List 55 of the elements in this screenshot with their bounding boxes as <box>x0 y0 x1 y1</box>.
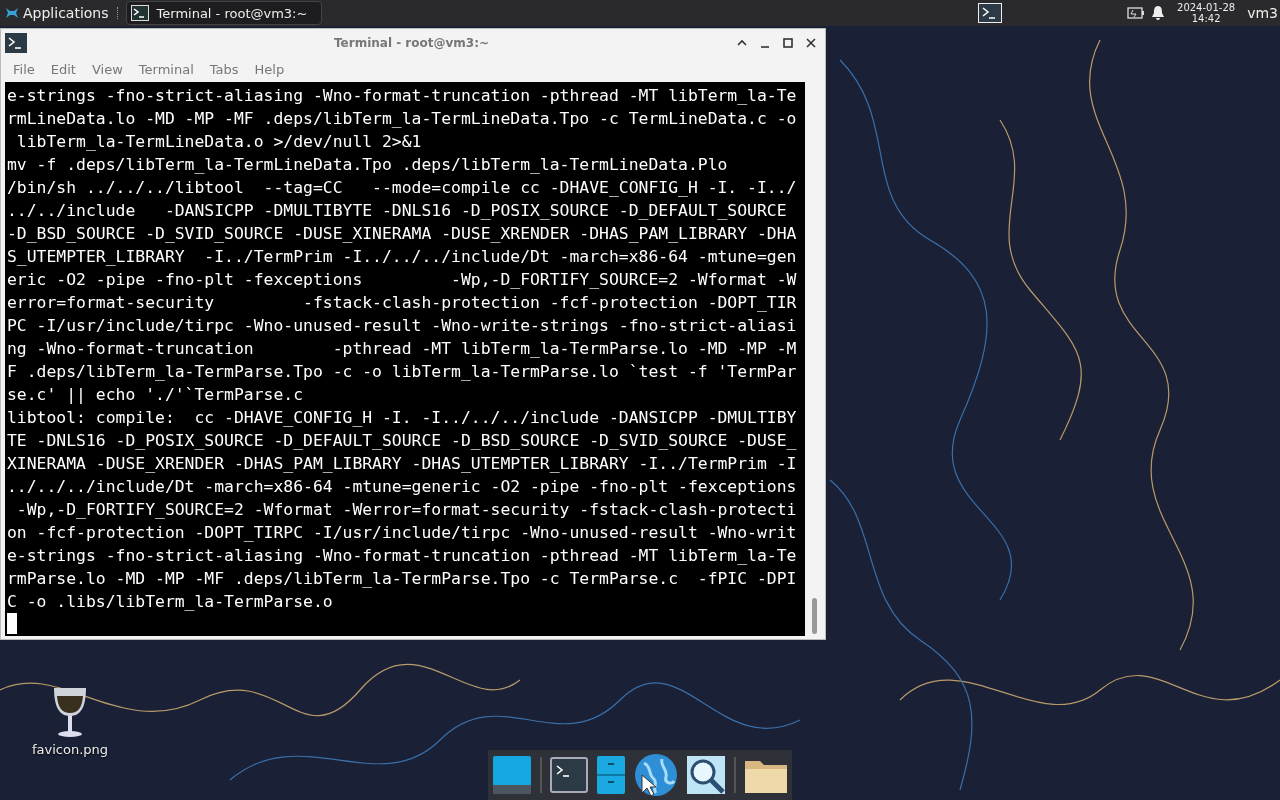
clock-time: 14:42 <box>1191 13 1221 24</box>
dock-separator <box>734 757 736 793</box>
close-icon[interactable] <box>805 37 817 49</box>
terminal-line: /bin/sh ../../../libtool --tag=CC --mode=compile cc -DHAVE_CONFIG_H -I. -I../ <box>7 177 797 199</box>
terminal-icon[interactable] <box>550 757 588 793</box>
terminal-line: se.c' || echo './'`TermParse.c <box>7 384 304 406</box>
applications-menu[interactable]: Applications <box>0 0 111 26</box>
terminal-line: S_UTEMPTER_LIBRARY -I../TermPrim -I../../../include/Dt -march=x86-64 -mtune=gen <box>7 246 797 268</box>
user-name[interactable]: vm3 <box>1247 5 1278 21</box>
menu-item[interactable]: Help <box>246 62 293 77</box>
file-cabinet-icon[interactable] <box>596 755 626 795</box>
mouse-logo-icon <box>4 5 20 21</box>
terminal-line: TE -DNLS16 -D_POSIX_SOURCE -D_DEFAULT_SOURCE -D_BSD_SOURCE -D_SVID_SOURCE -DUSE_ <box>7 430 797 452</box>
terminal-line: C -o .libs/libTerm_la-TermParse.o <box>7 591 333 613</box>
terminal-line: libTerm_la-TermLineData.o >/dev/null 2>&1 <box>15 131 422 153</box>
maximize-icon[interactable] <box>782 37 794 49</box>
menu-item[interactable]: Tabs <box>201 62 247 77</box>
terminal-line: rmLineData.lo -MD -MP -MF .deps/libTerm_la-TermLineData.Tpo -c TermLineData.c -o <box>7 108 797 130</box>
menu-item[interactable]: File <box>5 62 43 77</box>
terminal-icon <box>977 3 1002 23</box>
terminal-line: mv -f .deps/libTerm_la-TermLineData.Tpo .deps/libTerm_la-TermLineData.Plo <box>7 154 728 176</box>
desktop-icon-label[interactable]: favicon.png <box>31 742 109 757</box>
terminal-line: eric -O2 -pipe -fno-plt -fexceptions -Wp,-D_FORTIFY_SOURCE=2 -Wformat -W <box>7 269 797 291</box>
window-title: Terminal - root@vm3:~ <box>334 36 489 50</box>
terminal-line: ../../include -DANSICPP -DMULTIBYTE -DNLS16 -D_POSIX_SOURCE -D_DEFAULT_SOURCE <box>7 200 787 222</box>
bell-icon[interactable] <box>1151 5 1166 21</box>
terminal-icon <box>130 5 149 21</box>
show-desktop-icon[interactable] <box>492 755 532 795</box>
dock-separator <box>540 757 542 793</box>
menu-item[interactable]: View <box>83 62 131 77</box>
terminal-line: -Wp,-D_FORTIFY_SOURCE=2 -Wformat -Werror=format-security -fstack-clash-protecti <box>15 499 797 521</box>
scrollbar-thumb[interactable] <box>811 598 817 634</box>
panel-separator <box>116 7 120 19</box>
terminal-line: F .deps/libTerm_la-TermParse.Tpo -c -o libTerm_la-TermParse.lo `test -f 'TermPar <box>7 361 797 383</box>
terminal-line: e-strings -fno-strict-aliasing -Wno-format-truncation -pthread -MT libTerm_la-Te <box>7 545 797 567</box>
menu-item[interactable]: Terminal <box>130 62 202 77</box>
terminal-line: ng -Wno-format-truncation -pthread -MT libTerm_la-TermParse.lo -MD -MP -M <box>7 338 797 360</box>
terminal-line: XINERAMA -DUSE_XRENDER -DHAS_PAM_LIBRARY -DHAS_UTEMPTER_LIBRARY -I../TermPrim -I <box>7 453 797 475</box>
terminal-line: ../../../include/Dt -march=x86-64 -mtune=generic -O2 -pipe -fno-plt -fexceptions <box>7 476 797 498</box>
taskbar-button[interactable]: Terminal - root@vm3:~ <box>125 1 322 25</box>
terminal-line: libtool: compile: cc -DHAVE_CONFIG_H -I. -I../../../include -DANSICPP -DMULTIBY <box>7 407 797 429</box>
menu-item[interactable]: Edit <box>42 62 84 77</box>
battery-icon[interactable] <box>1127 7 1146 19</box>
terminal-line: error=format-security -fstack-clash-protection -fcf-protection -DOPT_TIR <box>7 292 797 314</box>
globe-icon[interactable] <box>634 753 678 797</box>
terminal-line: PC -I/usr/include/tirpc -Wno-unused-result -Wno-write-strings -fno-strict-aliasi <box>7 315 797 337</box>
terminal-line: -D_BSD_SOURCE -D_SVID_SOURCE -DUSE_XINERAMA -DUSE_XRENDER -DHAS_PAM_LIBRARY -DHA <box>7 223 797 245</box>
terminal-icon <box>5 33 27 53</box>
text-cursor <box>7 613 17 634</box>
clock-date: 2024-01-28 <box>1177 2 1236 13</box>
terminal-line: e-strings -fno-strict-aliasing -Wno-format-truncation -pthread -MT libTerm_la-Te <box>7 85 797 107</box>
terminal-line: on -fcf-protection -DOPT_TIRPC -I/usr/include/tirpc -Wno-unused-result -Wno-writ <box>7 522 797 544</box>
search-icon[interactable] <box>686 755 726 795</box>
workspace-switcher[interactable] <box>977 3 1002 23</box>
terminal-line: rmParse.lo -MD -MP -MF .deps/libTerm_la-TermParse.Tpo -c TermParse.c -fPIC -DPI <box>7 568 797 590</box>
